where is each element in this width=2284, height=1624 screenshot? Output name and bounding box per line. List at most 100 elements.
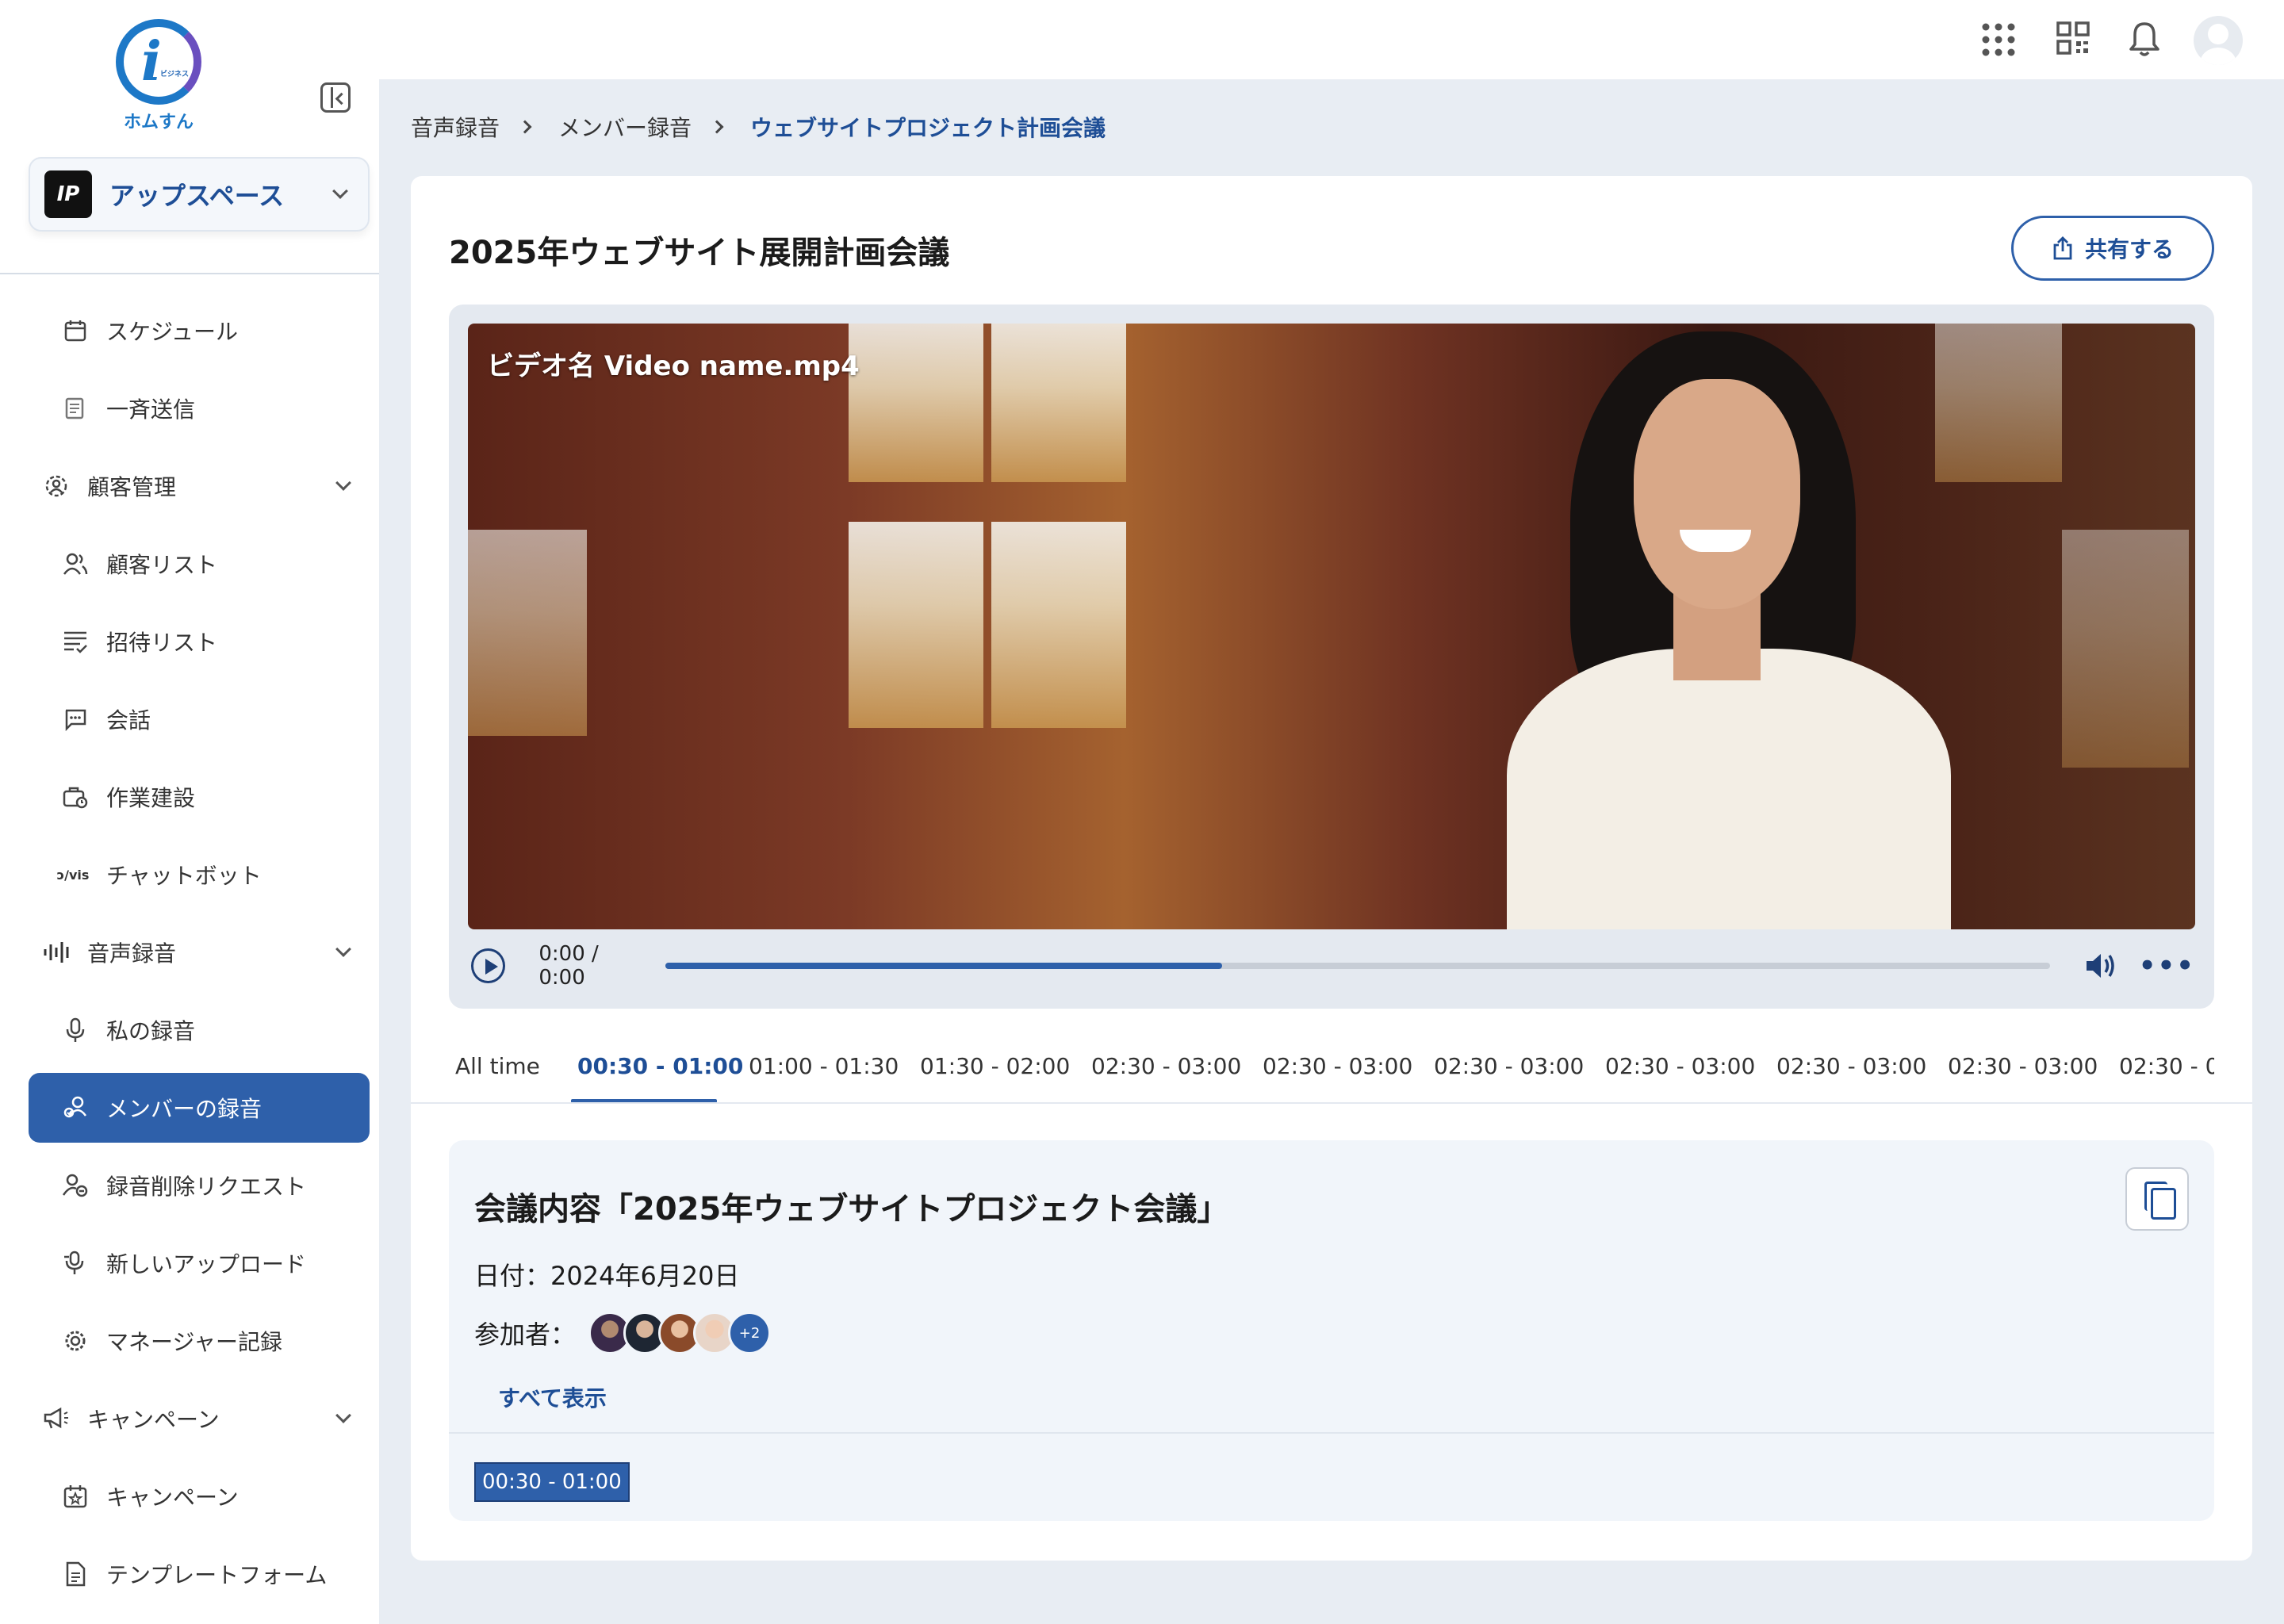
sidebar-item-customer-list[interactable]: 顧客リスト [29,529,370,599]
tab-02-30-03-00[interactable]: 02:30 - 03:00 [1091,1053,1241,1079]
sidebar-item-my-recordings[interactable]: 私の録音 [29,995,370,1065]
workspace-name: アップスペース [109,181,285,211]
sidebar-group-audio-recording[interactable]: 音声録音 [29,917,370,987]
tab-01-00-01-30[interactable]: 01:00 - 01:30 [749,1053,899,1079]
sidebar-item-campaign[interactable]: キャンペーン [29,1461,370,1531]
sidebar-item-recording-delete-request[interactable]: 録音削除リクエスト [29,1151,370,1220]
tab-02-30-03-00[interactable]: 02:30 - 03:00 [1605,1053,1755,1079]
mic-upload-icon [62,1250,89,1277]
logo-text: ホムすん [123,113,194,132]
sidebar-item-label: 一斉送信 [106,396,196,423]
share-icon [2052,236,2074,260]
share-button[interactable]: 共有する [2011,216,2214,281]
progress-fill [665,963,1222,969]
video-player: ビデオ名 Video name.mp4 0:00 / 0:00 ••• [449,304,2214,1009]
users-icon [62,550,89,577]
share-button-label: 共有する [2084,236,2174,262]
tab-02-30-03-00[interactable]: 02:30 - 03:00 [1434,1053,1584,1079]
more-participants-badge[interactable]: +2 [728,1312,772,1354]
tab-01-30-02-00[interactable]: 01:30 - 02:00 [920,1053,1070,1079]
chatbot-icon: ɔ/vis [56,867,90,883]
playback-time: 0:00 / 0:00 [538,942,599,990]
sidebar: i ビジネス ホムすん IP アップスペース スケジュール 一斉送信 顧客管理 [0,0,379,1624]
workspace-selector[interactable]: IP アップスペース [29,157,370,232]
sidebar-item-label: キャンペーン [106,1484,239,1511]
sidebar-item-label: 録音削除リクエスト [106,1174,307,1200]
cog-icon [62,1327,89,1354]
bell-icon[interactable] [2129,21,2167,59]
tab-00-30-01-00[interactable]: 00:30 - 01:00 [577,1053,743,1079]
play-icon[interactable] [471,948,506,983]
tab-02-30-03-00[interactable]: 02:30 - 03:00 [1776,1053,1926,1079]
video-name: ビデオ名 Video name.mp4 [487,350,860,382]
qr-code-icon[interactable] [2056,21,2094,59]
summary-date: 日付：2024年6月20日 [474,1261,740,1291]
sidebar-group-campaign[interactable]: キャンペーン [29,1384,370,1454]
apps-grid-icon[interactable] [1979,21,2018,59]
sidebar-item-label: 音声録音 [87,940,177,967]
sidebar-item-label: 顧客管理 [87,474,177,500]
members-icon [62,1094,89,1121]
summary-divider [449,1432,2214,1434]
sidebar-item-member-recordings[interactable]: メンバーの録音 [29,1073,370,1143]
sidebar-item-invite-list[interactable]: 招待リスト [29,607,370,676]
broadcast-icon [62,395,89,422]
tab-all-time[interactable]: All time [455,1053,540,1079]
participants-label: 参加者： [474,1320,577,1350]
sidebar-item-template-form[interactable]: テンプレートフォーム [29,1539,370,1609]
gear-people-icon [43,473,70,500]
sidebar-item-label: 招待リスト [106,630,218,656]
more-options-icon[interactable]: ••• [2139,950,2195,982]
tab-02-30-03-00[interactable]: 02:30 - 03:00 [1263,1053,1412,1079]
tab-02-30-03-00[interactable]: 02:30 - 03:00 [1948,1053,2098,1079]
microphone-icon [62,1017,89,1044]
user-avatar[interactable] [2194,16,2243,65]
participant-avatars[interactable]: +2 [588,1312,772,1354]
video-frame[interactable]: ビデオ名 Video name.mp4 [468,324,2195,929]
sidebar-item-label: メンバーの録音 [106,1096,263,1122]
sidebar-item-label: 作業建設 [106,785,196,811]
sidebar-item-work-construction[interactable]: 作業建設 [29,762,370,832]
show-all-link[interactable]: すべて表示 [498,1381,607,1413]
sidebar-group-customer-management[interactable]: 顧客管理 [29,451,370,521]
copy-icon[interactable] [2125,1167,2189,1231]
user-delete-icon [62,1172,89,1199]
sidebar-item-label: マネージャー記録 [106,1329,283,1355]
sidebar-item-label: テンプレートフォーム [106,1562,328,1588]
sidebar-item-label: 私の録音 [106,1018,196,1044]
sidebar-item-chatbot[interactable]: ɔ/vis チャットボット [29,840,370,910]
chevron-down-icon [335,475,351,491]
sidebar-item-label: キャンペーン [87,1407,220,1433]
megaphone-icon [43,1405,70,1432]
sidebar-divider [0,273,379,274]
breadcrumb: 音声録音 メンバー録音 ウェブサイトプロジェクト計画会議 [411,111,1106,143]
summary-title: 会議内容「2025年ウェブサイトプロジェクト会議」 [474,1191,1229,1228]
chevron-down-icon [335,1408,351,1423]
progress-bar[interactable] [665,963,2050,969]
segment-badge: 00:30 - 01:00 [474,1462,630,1502]
briefcase-icon [62,783,89,810]
breadcrumb-item-member-recording[interactable]: メンバー録音 [558,111,692,143]
sidebar-item-label: 会話 [106,707,151,733]
audio-bars-icon [43,939,70,966]
main-card: 2025年ウェブサイト展開計画会議 共有する ビデオ名 Video name.m… [411,176,2252,1561]
logo-badge: ビジネス [160,60,189,89]
chevron-right-icon [710,120,724,134]
calendar-icon [62,317,89,344]
sidebar-item-broadcast[interactable]: 一斉送信 [29,373,370,443]
collapse-sidebar-icon[interactable] [320,82,351,113]
player-controls: 0:00 / 0:00 ••• [468,933,2195,999]
list-check-icon [62,628,89,655]
breadcrumb-item-audio-recording[interactable]: 音声録音 [411,111,500,143]
tabs-overflow-mask [2214,1034,2252,1102]
breadcrumb-current: ウェブサイトプロジェクト計画会議 [750,115,1106,141]
logo-mark: i ビジネス [116,19,201,105]
sidebar-item-conversation[interactable]: 会話 [29,684,370,754]
sidebar-item-schedule[interactable]: スケジュール [29,296,370,366]
sidebar-item-new-upload[interactable]: 新しいアップロード [29,1228,370,1298]
sidebar-item-manager-records[interactable]: マネージャー記録 [29,1306,370,1376]
sidebar-item-label: 顧客リスト [106,552,218,578]
volume-icon[interactable] [2083,950,2118,982]
app-logo[interactable]: i ビジネス ホムすん [114,19,203,132]
chevron-down-icon [332,183,348,199]
